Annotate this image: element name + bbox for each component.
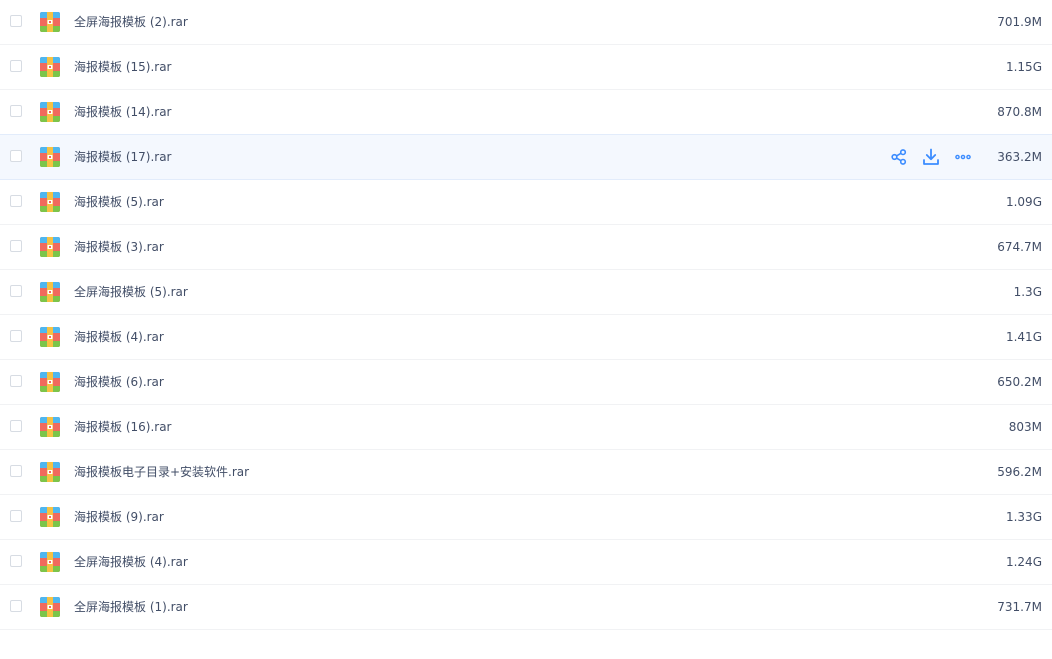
row-checkbox[interactable]	[10, 285, 22, 297]
share-button[interactable]	[888, 146, 910, 168]
file-row[interactable]: 海报模板 (17).rar 363.2M	[0, 134, 1052, 180]
file-row[interactable]: 海报模板 (9).rar 1.33G	[0, 495, 1052, 540]
row-checkbox[interactable]	[10, 555, 22, 567]
archive-rar-icon	[40, 12, 60, 32]
archive-rar-icon	[40, 237, 60, 257]
archive-rar-icon	[40, 282, 60, 302]
file-row[interactable]: 海报模板 (6).rar 650.2M	[0, 360, 1052, 405]
file-name[interactable]: 海报模板 (4).rar	[74, 315, 164, 359]
file-size: 1.33G	[1005, 510, 1042, 524]
archive-rar-icon	[40, 462, 60, 482]
archive-rar-icon	[40, 327, 60, 347]
file-row[interactable]: 海报模板 (14).rar 870.8M	[0, 90, 1052, 135]
file-name[interactable]: 海报模板 (9).rar	[74, 495, 164, 539]
file-row[interactable]: 海报模板 (16).rar 803M	[0, 405, 1052, 450]
archive-rar-icon	[40, 372, 60, 392]
file-name[interactable]: 全屏海报模板 (1).rar	[74, 585, 188, 629]
row-checkbox[interactable]	[10, 195, 22, 207]
file-row[interactable]: 海报模板 (3).rar 674.7M	[0, 225, 1052, 270]
file-size: 363.2M	[997, 150, 1042, 164]
file-row[interactable]: 海报模板 (15).rar 1.15G	[0, 45, 1052, 90]
row-checkbox[interactable]	[10, 600, 22, 612]
row-checkbox[interactable]	[10, 330, 22, 342]
file-name[interactable]: 海报模板 (5).rar	[74, 180, 164, 224]
row-checkbox[interactable]	[10, 375, 22, 387]
file-row[interactable]: 海报模板电子目录+安装软件.rar 596.2M	[0, 450, 1052, 495]
share-icon	[890, 148, 908, 166]
file-size: 1.09G	[1005, 195, 1042, 209]
archive-rar-icon	[40, 57, 60, 77]
file-size: 596.2M	[997, 465, 1042, 479]
more-icon	[954, 148, 972, 166]
file-name[interactable]: 海报模板 (6).rar	[74, 360, 164, 404]
file-list: 全屏海报模板 (2).rar 701.9M 海报模板 (15).rar 1.15G 海报…	[0, 0, 1052, 630]
file-size: 1.41G	[1005, 330, 1042, 344]
archive-rar-icon	[40, 147, 60, 167]
archive-rar-icon	[40, 552, 60, 572]
file-size: 674.7M	[997, 240, 1042, 254]
file-size: 1.3G	[1013, 285, 1042, 299]
file-row[interactable]: 全屏海报模板 (1).rar 731.7M	[0, 585, 1052, 630]
archive-rar-icon	[40, 597, 60, 617]
file-size: 1.15G	[1005, 60, 1042, 74]
file-row[interactable]: 全屏海报模板 (5).rar 1.3G	[0, 270, 1052, 315]
archive-rar-icon	[40, 417, 60, 437]
archive-rar-icon	[40, 507, 60, 527]
file-size: 803M	[1008, 420, 1042, 434]
file-size: 650.2M	[997, 375, 1042, 389]
file-name[interactable]: 全屏海报模板 (5).rar	[74, 270, 188, 314]
row-checkbox[interactable]	[10, 15, 22, 27]
download-icon	[922, 148, 940, 166]
row-checkbox[interactable]	[10, 465, 22, 477]
row-checkbox[interactable]	[10, 60, 22, 72]
row-checkbox[interactable]	[10, 150, 22, 162]
file-row[interactable]: 海报模板 (4).rar 1.41G	[0, 315, 1052, 360]
file-name[interactable]: 海报模板 (16).rar	[74, 405, 171, 449]
row-checkbox[interactable]	[10, 510, 22, 522]
file-size: 870.8M	[997, 105, 1042, 119]
file-name[interactable]: 海报模板电子目录+安装软件.rar	[74, 450, 249, 494]
row-actions	[888, 146, 974, 168]
file-row[interactable]: 全屏海报模板 (2).rar 701.9M	[0, 0, 1052, 45]
row-checkbox[interactable]	[10, 105, 22, 117]
file-row[interactable]: 全屏海报模板 (4).rar 1.24G	[0, 540, 1052, 585]
file-name[interactable]: 海报模板 (14).rar	[74, 90, 171, 134]
file-size: 731.7M	[997, 600, 1042, 614]
file-name[interactable]: 海报模板 (15).rar	[74, 45, 171, 89]
file-size: 701.9M	[997, 15, 1042, 29]
file-name[interactable]: 海报模板 (17).rar	[74, 135, 171, 179]
row-checkbox[interactable]	[10, 420, 22, 432]
archive-rar-icon	[40, 102, 60, 122]
archive-rar-icon	[40, 192, 60, 212]
file-name[interactable]: 海报模板 (3).rar	[74, 225, 164, 269]
file-name[interactable]: 全屏海报模板 (2).rar	[74, 0, 188, 44]
file-name[interactable]: 全屏海报模板 (4).rar	[74, 540, 188, 584]
file-size: 1.24G	[1005, 555, 1042, 569]
file-row[interactable]: 海报模板 (5).rar 1.09G	[0, 180, 1052, 225]
more-button[interactable]	[952, 146, 974, 168]
row-checkbox[interactable]	[10, 240, 22, 252]
download-button[interactable]	[920, 146, 942, 168]
